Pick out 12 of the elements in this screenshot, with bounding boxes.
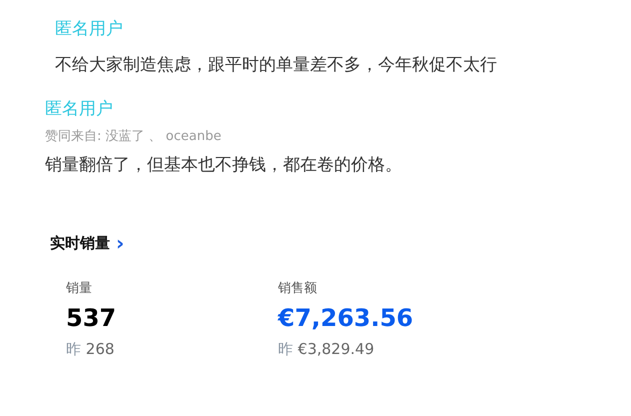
yesterday-value: 昨 €3,829.49 xyxy=(278,338,374,358)
author-name[interactable]: 匿名用户 xyxy=(55,18,123,40)
post-text: 销量翻倍了，但基本也不挣钱，都在卷的价格。 xyxy=(45,154,402,176)
endorsement-text: 赞同来自: 没蓝了 、 oceanbe xyxy=(45,128,222,146)
yesterday-value: 昨 268 xyxy=(66,338,114,358)
metric-value: 537 xyxy=(66,302,116,332)
author-name[interactable]: 匿名用户 xyxy=(45,98,113,120)
metric-label: 销售额 xyxy=(278,280,317,296)
metric-label: 销量 xyxy=(66,280,92,296)
post-text: 不给大家制造焦虑，跟平时的单量差不多，今年秋促不太行 xyxy=(55,54,497,76)
realtime-sales-link[interactable]: 实时销量 › xyxy=(50,232,124,254)
metric-value: €7,263.56 xyxy=(278,302,414,332)
